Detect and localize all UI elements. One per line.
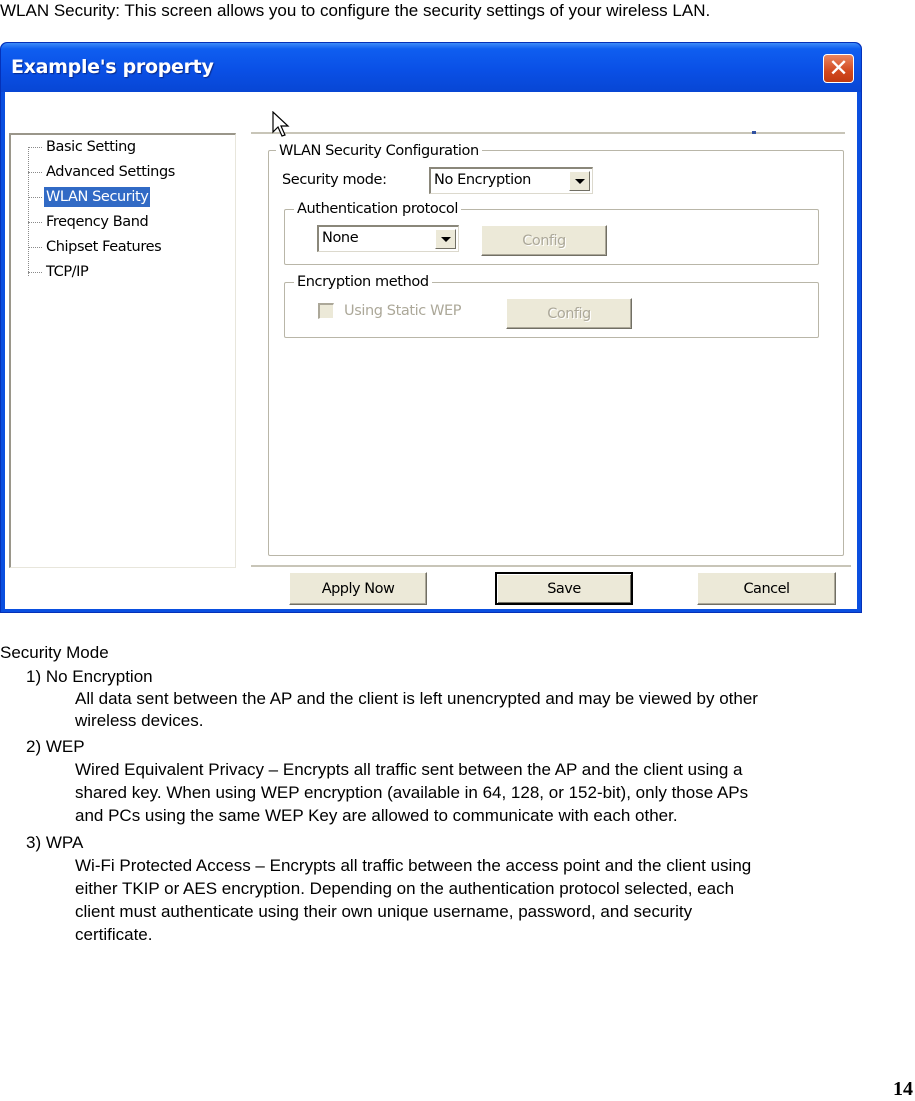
authentication-protocol-select[interactable]: None xyxy=(317,225,459,252)
security-mode-value: No Encryption xyxy=(434,172,531,188)
static-wep-label: Using Static WEP xyxy=(344,303,462,319)
intro-text: WLAN Security: This screen allows you to… xyxy=(0,1,711,20)
close-button[interactable]: ✕ xyxy=(823,54,854,83)
auth-config-button[interactable]: Config xyxy=(481,225,607,256)
tree-item-freqency-band[interactable]: Freqency Band xyxy=(28,212,150,232)
page-number: 14 xyxy=(893,1078,913,1100)
mode-description-line: All data sent between the AP and the cli… xyxy=(75,689,758,708)
security-mode-heading: Security Mode xyxy=(0,643,109,662)
group-title: Encryption method xyxy=(294,272,432,292)
close-icon: ✕ xyxy=(828,54,849,82)
config-page: WLAN Security Configuration Security mod… xyxy=(268,141,844,556)
group-title: WLAN Security Configuration xyxy=(276,141,482,161)
property-window: Example's property ✕ Basic Setting Advan… xyxy=(0,42,862,613)
group-title: Authentication protocol xyxy=(294,199,461,219)
tree-item-label: Advanced Settings xyxy=(46,164,175,180)
mode-title: 2) WEP xyxy=(26,737,85,756)
security-mode-select[interactable]: No Encryption xyxy=(429,167,593,194)
dropdown-arrow-icon[interactable] xyxy=(569,171,590,191)
security-mode-label: Security mode: xyxy=(282,172,387,188)
apply-now-button[interactable]: Apply Now xyxy=(289,572,427,605)
bottom-separator xyxy=(251,565,851,567)
tree-item-chipset-features[interactable]: Chipset Features xyxy=(28,237,163,257)
settings-tree: Basic Setting Advanced Settings WLAN Sec… xyxy=(9,133,236,568)
window-client-area: Basic Setting Advanced Settings WLAN Sec… xyxy=(5,92,857,609)
tree-item-label: Basic Setting xyxy=(46,139,136,155)
encryption-method-group: Encryption method Using Static WEP Confi… xyxy=(284,272,819,338)
mode-title: 3) WPA xyxy=(26,833,84,852)
mode-description-line: wireless devices. xyxy=(75,711,204,730)
tree-item-label: Freqency Band xyxy=(46,214,149,230)
separator-mark xyxy=(752,131,756,134)
mouse-pointer-icon xyxy=(272,111,290,137)
mode-title: 1) No Encryption xyxy=(26,667,153,686)
encryption-config-button[interactable]: Config xyxy=(506,298,632,329)
tree-item-label: Chipset Features xyxy=(46,239,162,255)
dropdown-arrow-icon[interactable] xyxy=(435,229,456,249)
tree-item-tcp-ip[interactable]: TCP/IP xyxy=(28,262,90,282)
mode-description-line: either TKIP or AES encryption. Depending… xyxy=(75,879,735,898)
window-title: Example's property xyxy=(11,56,214,78)
mode-description-line: Wi-Fi Protected Access – Encrypts all tr… xyxy=(75,856,752,875)
static-wep-checkbox[interactable] xyxy=(318,303,334,319)
tree-item-label: WLAN Security xyxy=(44,187,151,207)
tree-item-advanced-settings[interactable]: Advanced Settings xyxy=(28,162,177,182)
mode-description-line: client must authenticate using their own… xyxy=(75,902,693,921)
tree-item-label: TCP/IP xyxy=(46,264,89,280)
mode-description-line: and PCs using the same WEP Key are allow… xyxy=(75,806,678,825)
tree-item-basic-setting[interactable]: Basic Setting xyxy=(28,137,138,157)
title-bar[interactable]: Example's property ✕ xyxy=(1,43,861,92)
tree-item-wlan-security[interactable]: WLAN Security xyxy=(28,187,151,207)
authentication-protocol-group: Authentication protocol None Config xyxy=(284,199,819,265)
save-button[interactable]: Save xyxy=(495,572,633,605)
mode-description-line: Wired Equivalent Privacy – Encrypts all … xyxy=(75,760,743,779)
mode-description-line: certificate. xyxy=(75,925,153,944)
authentication-protocol-value: None xyxy=(322,230,359,246)
cancel-button[interactable]: Cancel xyxy=(697,572,836,605)
mode-description-line: shared key. When using WEP encryption (a… xyxy=(75,783,749,802)
